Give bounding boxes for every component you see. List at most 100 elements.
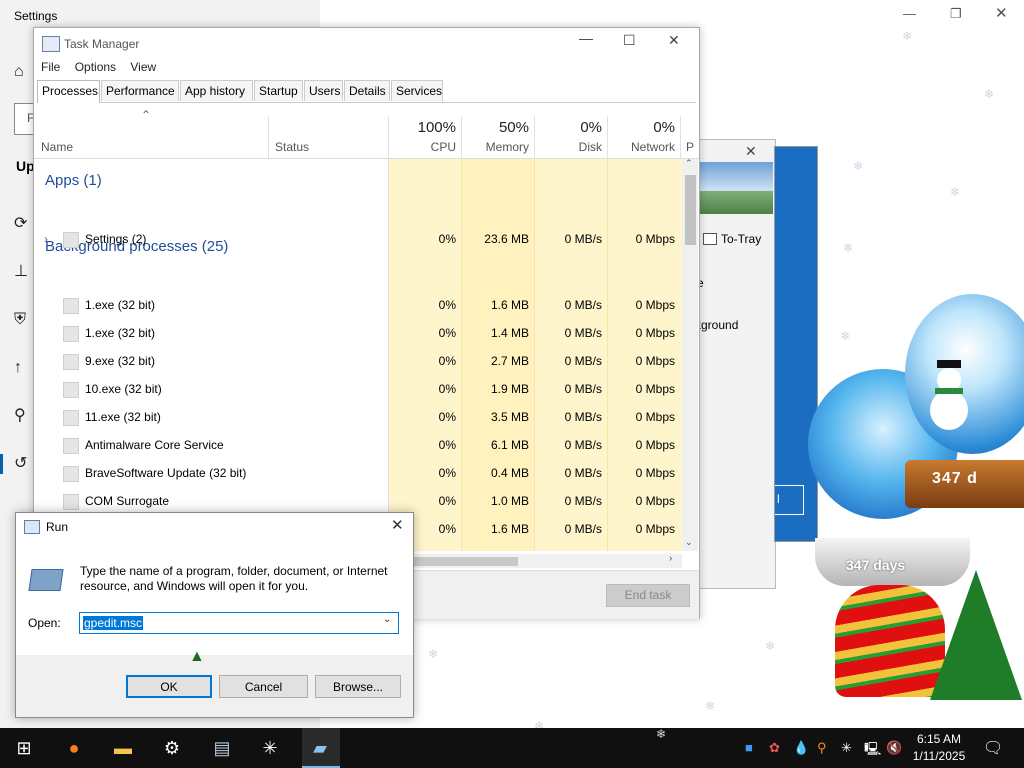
menu-view[interactable]: View bbox=[130, 60, 156, 74]
tray-settings-icon[interactable]: ✿ bbox=[769, 740, 780, 756]
browse-button[interactable]: Browse... bbox=[315, 675, 401, 698]
memory-cell: 1.9 MB bbox=[490, 382, 529, 396]
maximize-icon[interactable]: ☐ bbox=[623, 32, 636, 49]
column-memory[interactable]: Memory bbox=[462, 140, 529, 154]
snowflake-icon[interactable]: ✳ bbox=[258, 737, 282, 759]
gear-icon[interactable]: ⚙ bbox=[160, 737, 184, 759]
process-name: 1.exe (32 bit) bbox=[85, 326, 156, 340]
wrench-icon[interactable]: ⚲ bbox=[14, 406, 34, 426]
table-row[interactable]: 10.exe (32 bit) 0% 1.9 MB 0 MB/s 0 Mbps bbox=[34, 375, 682, 403]
cpu-cell: 0% bbox=[438, 494, 456, 508]
column-status[interactable]: Status bbox=[275, 140, 309, 154]
table-row[interactable]: › Settings (2) 0% 23.6 MB 0 MB/s 0 Mbps bbox=[34, 225, 682, 253]
scroll-down-icon[interactable]: ⌄ bbox=[685, 537, 693, 548]
close-icon[interactable]: ✕ bbox=[391, 516, 404, 534]
clock-date[interactable]: 1/11/2025 bbox=[910, 749, 968, 763]
blue-panel-button[interactable]: l bbox=[775, 485, 804, 515]
network-cell: 0 Mbps bbox=[635, 298, 675, 312]
table-row[interactable]: 9.exe (32 bit) 0% 2.7 MB 0 MB/s 0 Mbps bbox=[34, 347, 682, 375]
group-apps: Apps (1) bbox=[45, 172, 102, 189]
process-name: Antimalware Core Service bbox=[85, 438, 224, 452]
scroll-up-icon[interactable]: ⌃ bbox=[685, 158, 693, 169]
notification-icon[interactable]: 🗨 bbox=[983, 738, 1003, 758]
table-row[interactable]: BraveSoftware Update (32 bit) 0% 0.4 MB 0 M… bbox=[34, 459, 682, 487]
sort-up-icon: ⌃ bbox=[141, 108, 152, 122]
tray-icon bbox=[703, 233, 717, 245]
minimize-icon[interactable]: — bbox=[579, 30, 593, 46]
column-power[interactable]: P bbox=[686, 140, 694, 154]
snowflake-icon: ❄ bbox=[656, 727, 667, 741]
tab-services[interactable]: Services bbox=[391, 80, 443, 101]
tab-details[interactable]: Details bbox=[344, 80, 390, 101]
network-cell: 0 Mbps bbox=[635, 494, 675, 508]
volume-muted-icon[interactable]: 🔇 bbox=[886, 740, 902, 756]
disk-cell: 0 MB/s bbox=[564, 494, 602, 508]
tab-startup[interactable]: Startup bbox=[254, 80, 303, 101]
scroll-thumb[interactable] bbox=[685, 175, 696, 245]
network-icon[interactable]: 🖳 bbox=[864, 740, 881, 762]
disk-cell: 0 MB/s bbox=[564, 298, 602, 312]
disk-cell: 0 MB/s bbox=[535, 543, 602, 551]
tray-app-icon[interactable]: ■ bbox=[745, 740, 753, 755]
task-manager-icon[interactable]: ▤ bbox=[210, 737, 234, 759]
run-icon bbox=[24, 520, 40, 534]
clock-time[interactable]: 6:15 AM bbox=[916, 732, 962, 746]
chevron-right-icon[interactable]: › bbox=[44, 225, 48, 253]
scroll-right-icon[interactable]: › bbox=[669, 553, 672, 564]
table-row[interactable]: COM Surrogate 0% 1.0 MB 0 MB/s 0 Mbps bbox=[34, 487, 682, 515]
tray-droplet-icon[interactable]: 💧 bbox=[793, 740, 809, 756]
tree-cursor-icon: ▲ bbox=[189, 648, 205, 665]
tray-search-icon[interactable]: ⚲ bbox=[817, 740, 827, 756]
column-disk[interactable]: Disk bbox=[535, 140, 602, 154]
run-description: Type the name of a program, folder, docu… bbox=[80, 564, 388, 593]
chevron-down-icon[interactable]: ⌄ bbox=[383, 614, 391, 625]
network-cell: 0 Mbps bbox=[635, 438, 675, 452]
tray-snowflake-icon[interactable]: ✳ bbox=[841, 740, 852, 756]
run-icon[interactable]: ▰ bbox=[308, 737, 332, 759]
snowflake-icon: ❄ bbox=[765, 639, 776, 653]
cpu-cell: 0% bbox=[438, 382, 456, 396]
menu-options[interactable]: Options bbox=[75, 60, 116, 74]
tab-performance[interactable]: Performance bbox=[101, 80, 179, 101]
upload-icon[interactable]: ↑ bbox=[14, 358, 34, 378]
to-tray-button[interactable]: To-Tray bbox=[703, 230, 775, 250]
close-icon[interactable]: ✕ bbox=[995, 4, 1008, 22]
blue-panel-button-label: l bbox=[777, 492, 780, 506]
shield-icon[interactable]: ⛨ bbox=[14, 310, 34, 330]
task-manager-title: Task Manager bbox=[64, 37, 140, 51]
process-icon bbox=[63, 354, 79, 370]
memory-cell: 1.6 MB bbox=[490, 298, 529, 312]
snowflake-icon: ❄ bbox=[843, 241, 854, 255]
snowman-image bbox=[925, 360, 973, 440]
tab-app-history[interactable]: App history bbox=[180, 80, 253, 101]
windows-start-icon[interactable]: ⊞ bbox=[12, 737, 36, 759]
memory-cell: 3.5 MB bbox=[490, 410, 529, 424]
sync-icon[interactable]: ⟳ bbox=[14, 214, 34, 234]
table-row[interactable]: 11.exe (32 bit) 0% 3.5 MB 0 MB/s 0 Mbps bbox=[34, 403, 682, 431]
column-network[interactable]: Network bbox=[608, 140, 675, 154]
process-icon bbox=[63, 466, 79, 482]
close-icon[interactable]: ✕ bbox=[668, 32, 680, 49]
cancel-button[interactable]: Cancel bbox=[219, 675, 308, 698]
column-cpu[interactable]: CPU bbox=[390, 140, 456, 154]
open-input[interactable]: gpedit.msc ⌄ bbox=[79, 612, 399, 634]
memory-cell: 6.1 MB bbox=[490, 438, 529, 452]
to-tray-close-icon[interactable]: ✕ bbox=[745, 143, 757, 160]
end-task-button[interactable]: End task bbox=[606, 584, 690, 607]
firefox-icon[interactable]: ● bbox=[62, 737, 86, 759]
ok-button[interactable]: OK bbox=[126, 675, 212, 698]
delivery-icon[interactable]: ⊥ bbox=[14, 262, 34, 282]
process-name: 11.exe (32 bit) bbox=[85, 410, 161, 424]
home-icon[interactable]: ⌂ bbox=[14, 62, 34, 82]
table-row[interactable]: 1.exe (32 bit) 0% 1.6 MB 0 MB/s 0 Mbps bbox=[34, 291, 682, 319]
table-row[interactable]: 1.exe (32 bit) 0% 1.4 MB 0 MB/s 0 Mbps bbox=[34, 319, 682, 347]
tab-users[interactable]: Users bbox=[304, 80, 343, 101]
column-name[interactable]: Name bbox=[41, 140, 73, 154]
restore-icon[interactable]: ❐ bbox=[950, 6, 962, 22]
minimize-icon[interactable]: — bbox=[903, 6, 916, 21]
tab-processes[interactable]: Processes bbox=[37, 80, 100, 103]
table-row[interactable]: Antimalware Core Service 0% 6.1 MB 0 MB/s 0 … bbox=[34, 431, 682, 459]
file-explorer-icon[interactable]: ▬ bbox=[111, 737, 135, 759]
history-icon[interactable]: ↺ bbox=[14, 454, 34, 474]
menu-file[interactable]: File bbox=[41, 60, 60, 74]
